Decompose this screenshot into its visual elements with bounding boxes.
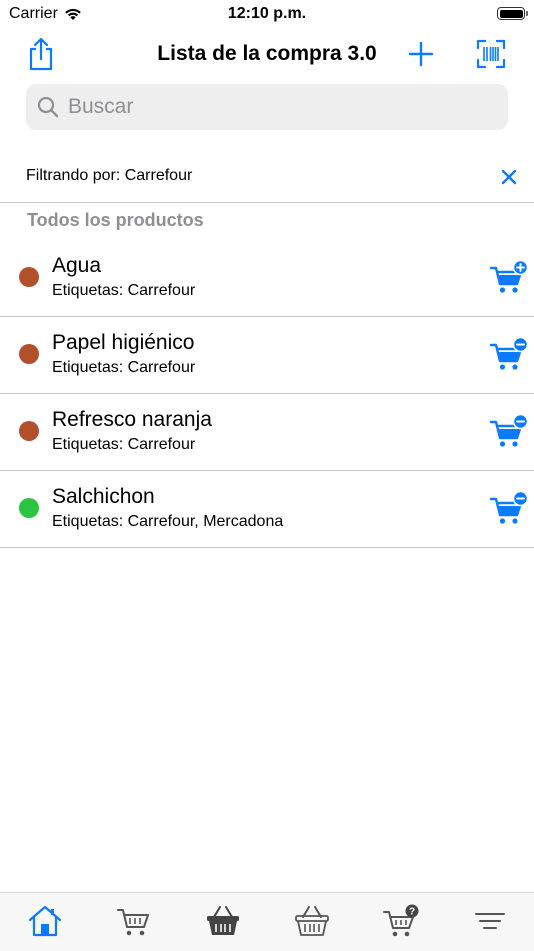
status-time: 12:10 p.m. bbox=[227, 5, 307, 22]
tab-basket-outline[interactable] bbox=[292, 903, 332, 939]
product-name: Agua bbox=[52, 254, 102, 277]
battery-icon bbox=[497, 7, 528, 20]
filter-bar: Filtrando por: Carrefour bbox=[0, 160, 534, 203]
status-dot bbox=[19, 421, 39, 441]
remove-from-cart-button[interactable] bbox=[489, 413, 529, 450]
search-bar[interactable] bbox=[26, 84, 508, 130]
status-dot bbox=[19, 267, 39, 287]
remove-from-cart-button[interactable] bbox=[489, 336, 529, 373]
close-icon bbox=[501, 169, 517, 185]
tab-basket[interactable] bbox=[203, 903, 243, 939]
cart-minus-icon bbox=[489, 336, 529, 370]
navigation-bar: Lista de la compra 3.0 bbox=[0, 30, 534, 80]
add-to-cart-button[interactable] bbox=[489, 259, 529, 296]
menu-lines-icon bbox=[475, 913, 505, 929]
plus-icon bbox=[408, 41, 434, 67]
basket-outline-icon bbox=[295, 906, 329, 936]
remove-from-cart-button[interactable] bbox=[489, 490, 529, 527]
search-input[interactable] bbox=[66, 94, 490, 120]
cart-plus-icon bbox=[489, 259, 529, 293]
status-dot bbox=[19, 344, 39, 364]
list-item[interactable]: Agua Etiquetas: Carrefour bbox=[0, 240, 534, 317]
cart-icon bbox=[117, 909, 149, 936]
product-tags: Etiquetas: Carrefour bbox=[52, 282, 196, 299]
cart-question-icon: ? bbox=[383, 904, 419, 937]
status-bar: Carrier 12:10 p.m. bbox=[0, 0, 534, 30]
page-title: Lista de la compra 3.0 bbox=[157, 42, 377, 65]
list-item[interactable]: Papel higiénico Etiquetas: Carrefour bbox=[0, 317, 534, 394]
product-name: Refresco naranja bbox=[52, 408, 212, 431]
cart-minus-icon bbox=[489, 413, 529, 447]
product-name: Salchichon bbox=[52, 485, 155, 508]
basket-icon bbox=[207, 906, 239, 935]
barcode-scan-button[interactable] bbox=[473, 36, 509, 72]
clear-filter-button[interactable] bbox=[496, 164, 522, 190]
product-name: Papel higiénico bbox=[52, 331, 195, 354]
product-tags: Etiquetas: Carrefour, Mercadona bbox=[52, 513, 284, 530]
barcode-scan-icon bbox=[476, 39, 506, 69]
product-tags: Etiquetas: Carrefour bbox=[52, 436, 196, 453]
svg-text:?: ? bbox=[409, 907, 415, 918]
cart-minus-icon bbox=[489, 490, 529, 524]
add-product-button[interactable] bbox=[403, 36, 439, 72]
status-dot bbox=[19, 498, 39, 518]
tab-cart[interactable] bbox=[114, 903, 154, 939]
tab-menu[interactable] bbox=[470, 903, 510, 939]
product-tags: Etiquetas: Carrefour bbox=[52, 359, 196, 376]
tab-home[interactable] bbox=[25, 903, 65, 939]
tab-bar: ? bbox=[0, 892, 534, 951]
list-item[interactable]: Refresco naranja Etiquetas: Carrefour bbox=[0, 394, 534, 471]
home-icon bbox=[28, 905, 62, 937]
filter-label: Filtrando por: Carrefour bbox=[26, 167, 193, 184]
search-icon bbox=[37, 96, 59, 118]
product-list: Agua Etiquetas: Carrefour Papel higiénic… bbox=[0, 240, 534, 548]
section-header: Todos los productos bbox=[27, 210, 204, 230]
tab-cart-question[interactable]: ? bbox=[381, 903, 421, 939]
list-item[interactable]: Salchichon Etiquetas: Carrefour, Mercado… bbox=[0, 471, 534, 548]
